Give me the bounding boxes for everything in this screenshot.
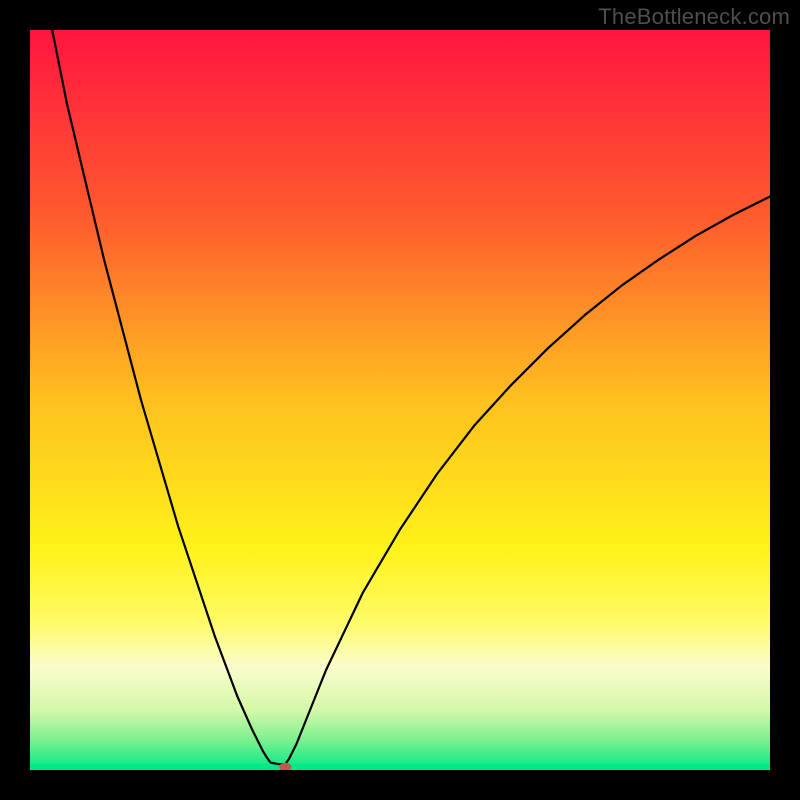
green-band (30, 764, 770, 770)
chart-svg (30, 30, 770, 770)
chart-frame: TheBottleneck.com (0, 0, 800, 800)
watermark-text: TheBottleneck.com (598, 4, 790, 30)
plot-area (30, 30, 770, 770)
